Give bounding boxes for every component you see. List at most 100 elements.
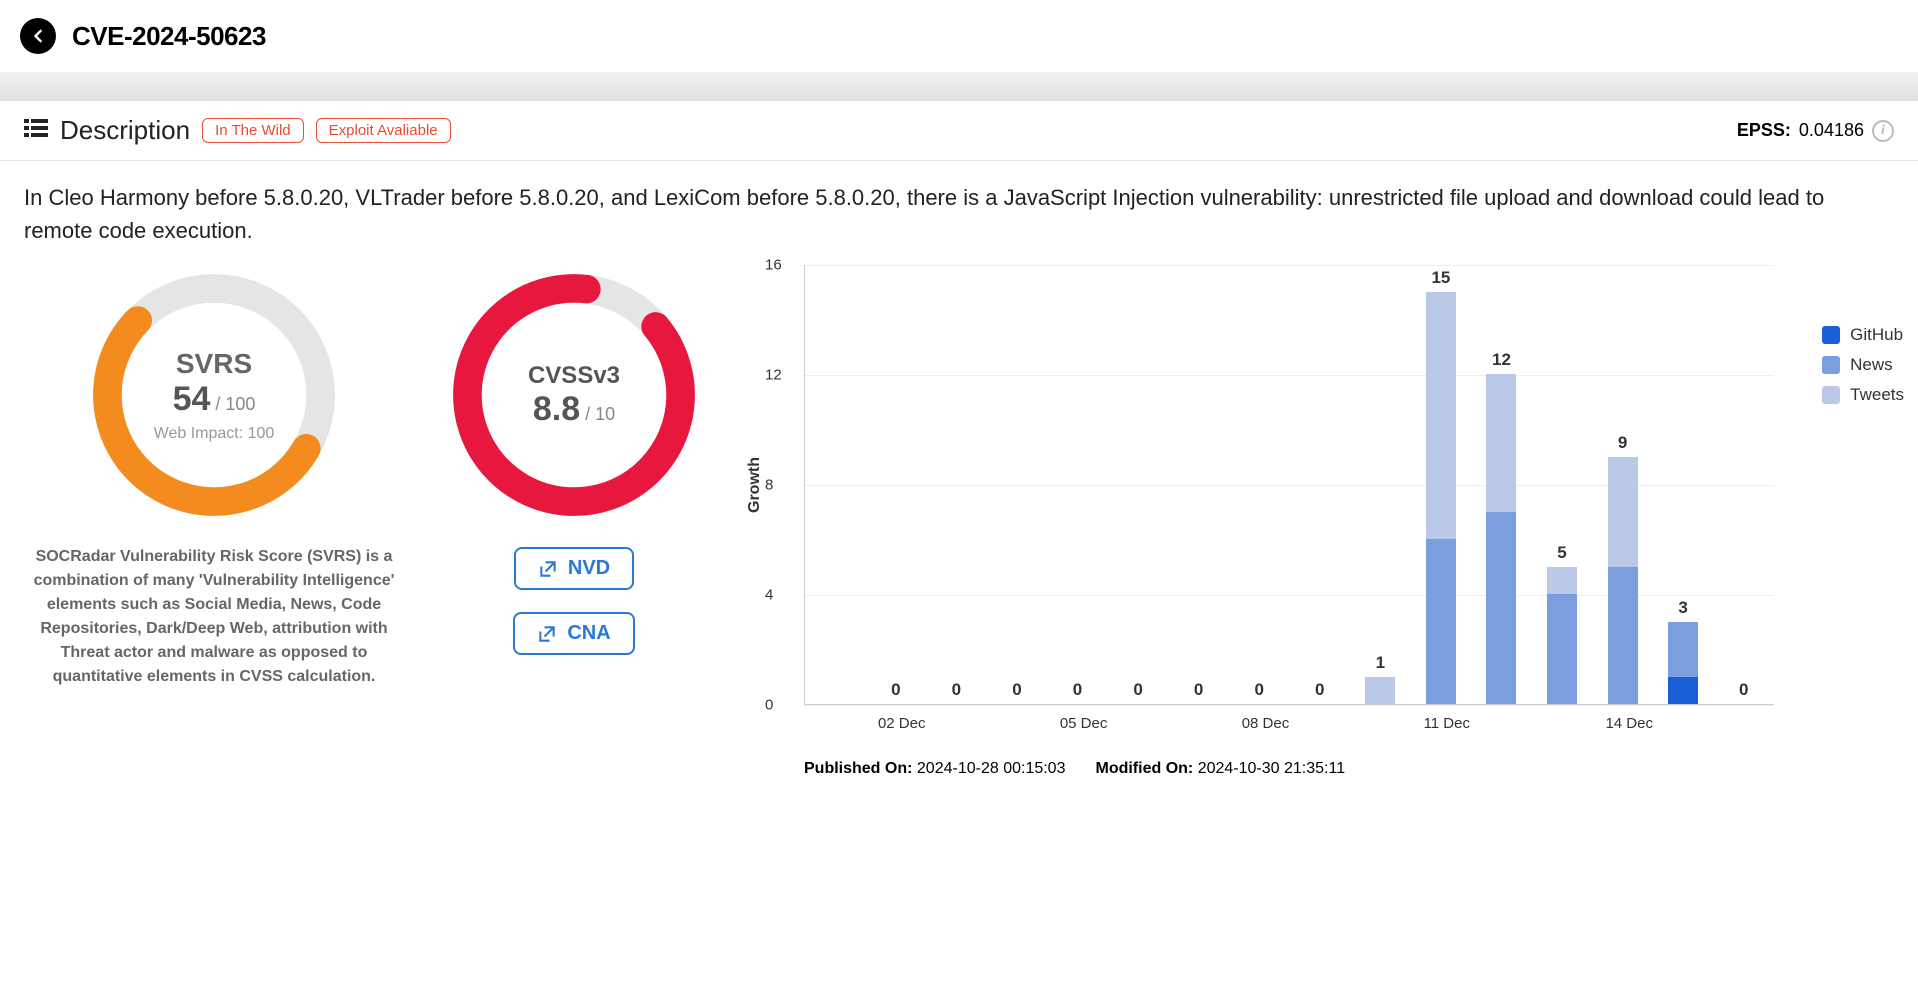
- published-label: Published On:: [804, 760, 912, 777]
- cna-link-button[interactable]: CNA: [513, 612, 634, 655]
- epss-score: EPSS: 0.04186 i: [1737, 120, 1894, 142]
- metadata-row: Published On: 2024-10-28 00:15:03 Modifi…: [804, 760, 1894, 778]
- bar-segment: [1668, 622, 1698, 677]
- divider-gradient: [0, 73, 1918, 101]
- page-header: CVE-2024-50623: [0, 0, 1918, 73]
- legend-label-tweets: Tweets: [1850, 385, 1904, 405]
- bar-segment: [1668, 677, 1698, 705]
- svrs-score-value: 54: [173, 380, 211, 418]
- y-tick: 8: [765, 477, 773, 494]
- description-text: In Cleo Harmony before 5.8.0.20, VLTrade…: [0, 161, 1918, 255]
- svrs-column: SVRS 54 / 100 Web Impact: 100 SOCRadar V…: [24, 265, 404, 778]
- x-tick-label: [939, 715, 973, 732]
- bar-value-label: 0: [1118, 680, 1158, 700]
- cve-title: CVE-2024-50623: [72, 21, 266, 52]
- bar-value-label: 0: [1239, 680, 1279, 700]
- external-link-icon: [538, 559, 558, 579]
- bar-segment: [1547, 594, 1577, 704]
- chart-legend: GitHub News Tweets: [1822, 325, 1904, 405]
- bar-value-label: 12: [1481, 350, 1521, 370]
- chart-x-labels: 02 Dec 05 Dec 08 Dec 11 Dec 14 Dec: [804, 715, 1774, 732]
- x-tick-label: [817, 715, 851, 732]
- bar-value-label: 0: [936, 680, 976, 700]
- x-tick-label: [1120, 715, 1154, 732]
- legend-swatch-github: [1822, 326, 1840, 344]
- description-header: Description In The Wild Exploit Avaliabl…: [0, 101, 1918, 161]
- list-icon: [24, 118, 48, 144]
- x-tick-label: 02 Dec: [878, 715, 912, 732]
- x-tick-label: 14 Dec: [1605, 715, 1639, 732]
- legend-tweets: Tweets: [1822, 385, 1904, 405]
- svrs-description: SOCRadar Vulnerability Risk Score (SVRS)…: [24, 545, 404, 689]
- x-tick-label: [1545, 715, 1579, 732]
- cna-link-label: CNA: [567, 622, 610, 645]
- x-tick-label: [1363, 715, 1397, 732]
- bar-group: 15: [1424, 292, 1458, 705]
- chart-y-axis-label: Growth: [746, 457, 764, 513]
- external-link-icon: [537, 624, 557, 644]
- main-content: SVRS 54 / 100 Web Impact: 100 SOCRadar V…: [0, 255, 1918, 798]
- x-tick-label: 05 Dec: [1060, 715, 1094, 732]
- bar-group: 3: [1666, 622, 1700, 705]
- nvd-link-label: NVD: [568, 557, 610, 580]
- bar-segment: [1608, 567, 1638, 705]
- bar-value-label: 15: [1421, 268, 1461, 288]
- legend-github: GitHub: [1822, 325, 1904, 345]
- svrs-web-impact: Web Impact: 100: [154, 425, 275, 443]
- bar-value-label: 0: [1300, 680, 1340, 700]
- bar-value-label: 0: [1724, 680, 1764, 700]
- cvss-column: CVSSv3 8.8 / 10 NVD CNA: [444, 265, 704, 778]
- bar-segment: [1426, 539, 1456, 704]
- y-tick: 0: [765, 697, 773, 714]
- description-title: Description: [60, 115, 190, 146]
- cvss-score-value: 8.8: [533, 390, 580, 428]
- bar-value-label: 0: [997, 680, 1037, 700]
- arrow-left-icon: [28, 26, 48, 46]
- svrs-label: SVRS: [176, 348, 252, 380]
- back-button[interactable]: [20, 18, 56, 54]
- bar-group: 5: [1545, 567, 1579, 705]
- bar-value-label: 0: [1179, 680, 1219, 700]
- y-tick: 4: [765, 587, 773, 604]
- bar-group: 12: [1484, 374, 1518, 704]
- bar-value-label: 9: [1603, 433, 1643, 453]
- info-icon[interactable]: i: [1872, 120, 1894, 142]
- modified-value: 2024-10-30 21:35:11: [1198, 760, 1345, 777]
- bar-segment: [1608, 457, 1638, 567]
- x-tick-label: [1181, 715, 1215, 732]
- epss-value: 0.04186: [1799, 120, 1864, 141]
- bar-value-label: 0: [1058, 680, 1098, 700]
- bar-segment: [1365, 677, 1395, 705]
- x-tick-label: 11 Dec: [1424, 715, 1458, 732]
- x-tick-label: [999, 715, 1033, 732]
- svrs-score: 54 / 100: [173, 380, 256, 419]
- svrs-gauge: SVRS 54 / 100 Web Impact: 100: [84, 265, 344, 525]
- legend-label-news: News: [1850, 355, 1893, 375]
- cvss-label: CVSSv3: [528, 362, 620, 390]
- modified-label: Modified On:: [1095, 760, 1193, 777]
- x-tick-label: [1302, 715, 1336, 732]
- published-value: 2024-10-28 00:15:03: [917, 760, 1066, 777]
- legend-swatch-tweets: [1822, 386, 1840, 404]
- growth-chart: Growth 048121600000000115125930 02 Dec05…: [744, 265, 1894, 778]
- epss-label: EPSS:: [1737, 120, 1791, 141]
- bar-segment: [1486, 512, 1516, 705]
- badge-in-the-wild: In The Wild: [202, 118, 304, 143]
- x-tick-label: [1727, 715, 1761, 732]
- bar-group: 1: [1363, 677, 1397, 705]
- x-tick-label: [1484, 715, 1518, 732]
- bar-group: 9: [1606, 457, 1640, 705]
- legend-label-github: GitHub: [1850, 325, 1903, 345]
- badge-exploit-available: Exploit Avaliable: [316, 118, 451, 143]
- nvd-link-button[interactable]: NVD: [514, 547, 634, 590]
- cvss-gauge: CVSSv3 8.8 / 10: [444, 265, 704, 525]
- cvss-score: 8.8 / 10: [533, 390, 615, 429]
- bar-value-label: 3: [1663, 598, 1703, 618]
- x-tick-label: 08 Dec: [1242, 715, 1276, 732]
- y-tick: 16: [765, 257, 782, 274]
- y-tick: 12: [765, 367, 782, 384]
- cvss-score-max: / 10: [580, 404, 615, 424]
- legend-news: News: [1822, 355, 1904, 375]
- chart-bars: 00000000115125930: [805, 265, 1774, 705]
- bar-value-label: 5: [1542, 543, 1582, 563]
